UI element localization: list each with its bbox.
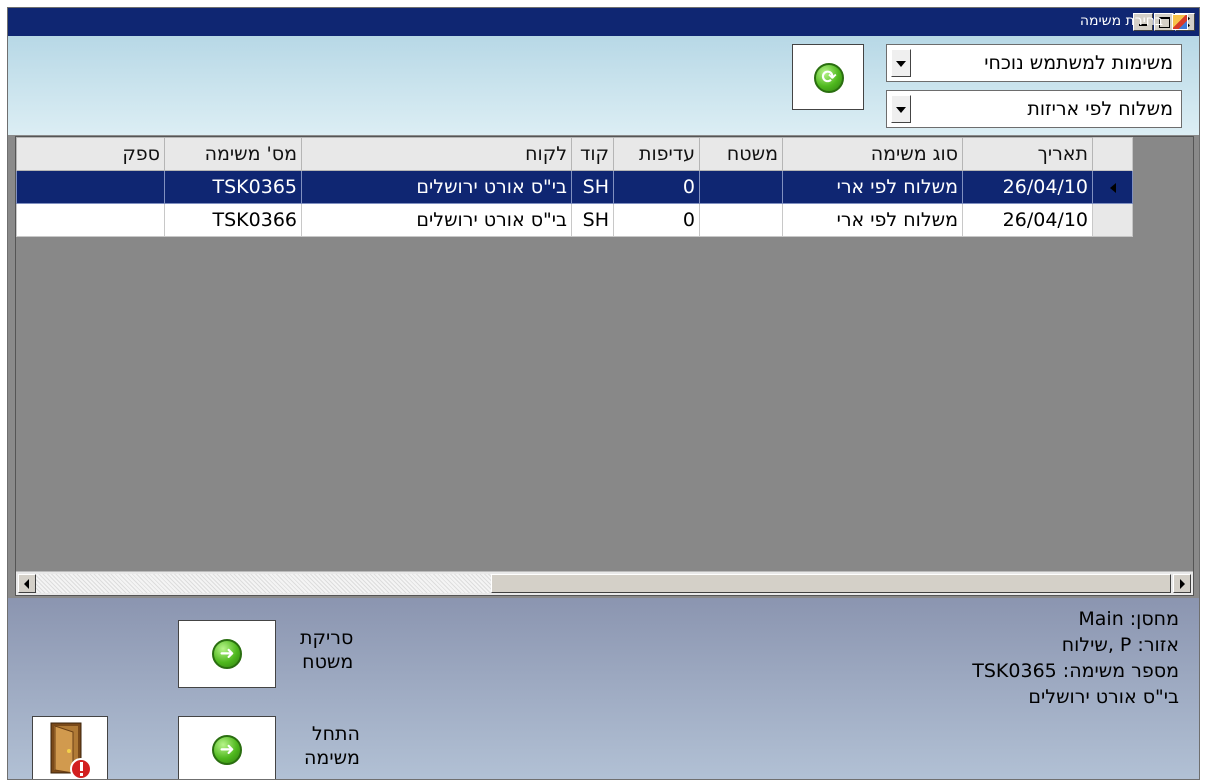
chevron-down-icon[interactable] [891,95,911,123]
task-type-value: משלוח לפי אריזות [1027,98,1173,120]
customer-label: בי"ס אורט ירושלים [1028,686,1179,708]
cell-code: SH [571,203,614,237]
cell-priority: 0 [613,170,700,204]
app-icon [1172,14,1188,30]
cell-supplier [16,203,165,237]
cell-task-type: משלוח לפי ארי [782,170,963,204]
column-header-task-number[interactable]: מס' משימה [164,137,302,171]
cell-pallet [699,203,783,237]
scan-pallet-label-line2: משטח [302,651,354,673]
exit-button[interactable] [32,716,108,779]
scroll-thumb[interactable] [491,574,1171,593]
task-type-dropdown[interactable]: משלוח לפי אריזות [886,90,1182,128]
cell-task-type: משלוח לפי ארי [782,203,963,237]
start-task-label-line1: התחל [311,723,360,745]
horizontal-scrollbar[interactable] [16,571,1193,595]
cell-date: 26/04/10 [962,203,1093,237]
cell-task-number: TSK0365 [164,170,302,204]
refresh-button[interactable]: ⟳ [792,44,864,110]
scan-pallet-button[interactable]: ➜ [178,620,276,688]
cell-code: SH [571,170,614,204]
row-selector[interactable] [1092,170,1133,204]
column-header-customer[interactable]: לקוח [301,137,572,171]
refresh-icon: ⟳ [814,63,844,93]
user-tasks-dropdown[interactable]: משימות למשתמש נוכחי [886,44,1182,82]
title-bar: בחירת משימה [8,8,1199,36]
cell-customer: בי"ס אורט ירושלים [301,170,572,204]
window-title: בחירת משימה [1079,13,1163,29]
table-row[interactable]: TSK0365 בי"ס אורט ירושלים SH 0 משלוח לפי… [16,170,1133,204]
bottom-panel: מחסן: Main אזור: P ,שילוח מספר משימה: TS… [8,598,1199,779]
tasks-grid[interactable]: ספק מס' משימה לקוח קוד עדיפות משטח סוג מ… [15,136,1194,596]
cell-task-number: TSK0366 [164,203,302,237]
column-header-code[interactable]: קוד [571,137,614,171]
scroll-right-button[interactable] [1173,574,1191,593]
column-header-pallet[interactable]: משטח [699,137,783,171]
current-row-icon [1109,183,1116,193]
task-number-label: מספר משימה: TSK0365 [972,660,1179,682]
chevron-down-icon[interactable] [891,49,911,77]
start-task-button[interactable]: ➜ [178,716,276,779]
column-header-date[interactable]: תאריך [962,137,1093,171]
arrow-right-icon: ➜ [212,639,242,669]
scroll-track[interactable] [36,574,491,593]
warehouse-label: מחסן: Main [1078,608,1179,630]
cell-customer: בי"ס אורט ירושלים [301,203,572,237]
task-selection-window: בחירת משימה משימות למשתמש נוכחי משלוח לפ… [7,7,1200,780]
cell-priority: 0 [613,203,700,237]
scan-pallet-label: סריקת משטח [300,626,353,674]
column-header-supplier[interactable]: ספק [16,137,165,171]
table-header-row: ספק מס' משימה לקוח קוד עדיפות משטח סוג מ… [16,137,1133,171]
filter-panel: משימות למשתמש נוכחי משלוח לפי אריזות ⟳ [8,36,1199,135]
cell-pallet [699,170,783,204]
start-task-label-line2: משימה [304,747,360,769]
scan-pallet-label-line1: סריקת [300,627,354,649]
cell-date: 26/04/10 [962,170,1093,204]
tasks-table: ספק מס' משימה לקוח קוד עדיפות משטח סוג מ… [16,137,1133,237]
row-header-corner [1092,137,1133,171]
column-header-task-type[interactable]: סוג משימה [782,137,963,171]
zone-label: אזור: P ,שילוח [1061,634,1179,656]
column-header-priority[interactable]: עדיפות [613,137,700,171]
scroll-left-button[interactable] [18,574,36,593]
user-tasks-value: משימות למשתמש נוכחי [984,52,1173,74]
table-row[interactable]: TSK0366 בי"ס אורט ירושלים SH 0 משלוח לפי… [16,203,1133,237]
start-task-label: התחל משימה [304,722,360,770]
task-info: מחסן: Main אזור: P ,שילוח מספר משימה: TS… [972,606,1179,710]
row-selector[interactable] [1092,203,1133,237]
arrow-right-icon: ➜ [212,735,242,765]
exit-door-icon [50,722,92,779]
cell-supplier [16,170,165,204]
